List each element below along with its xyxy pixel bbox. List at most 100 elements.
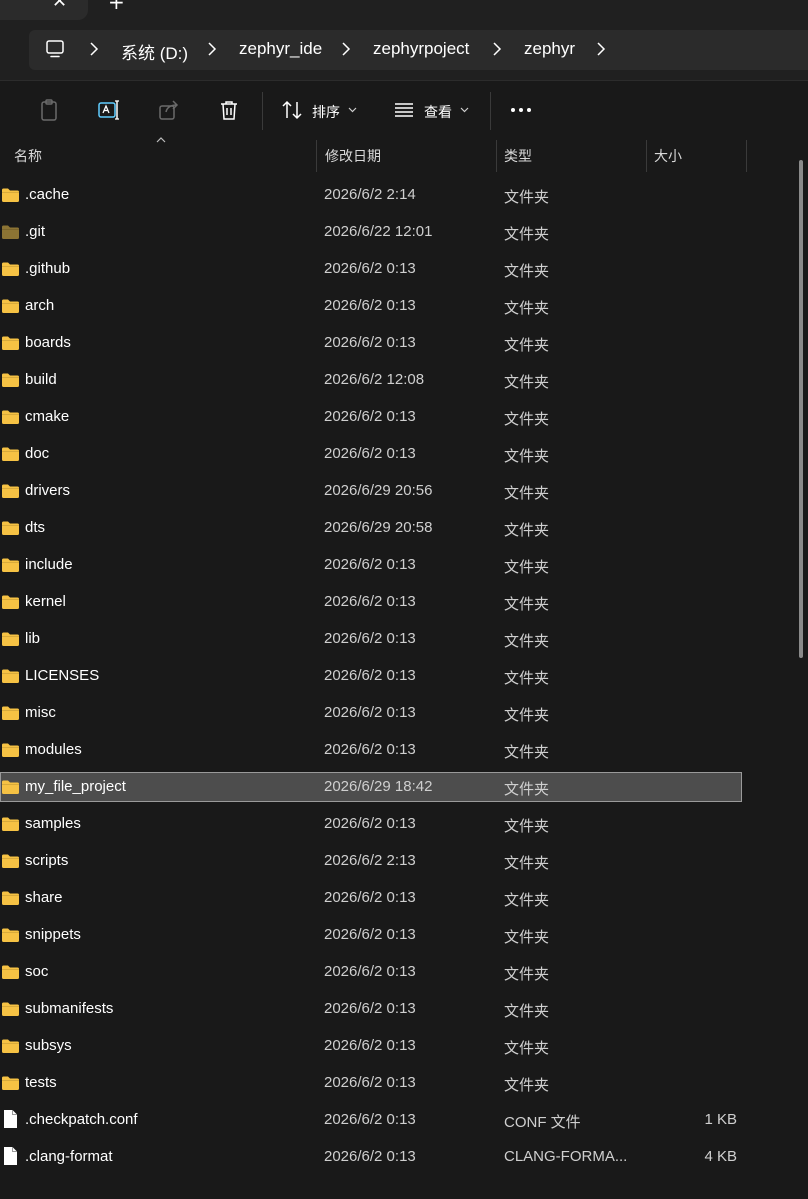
- breadcrumb-zephyr[interactable]: zephyr: [524, 39, 575, 59]
- chevron-down-icon[interactable]: [348, 107, 357, 113]
- file-date: 2026/6/2 0:13: [324, 556, 416, 573]
- file-name: cmake: [25, 408, 70, 425]
- list-item[interactable]: misc 2026/6/2 0:13 文件夹: [0, 698, 742, 728]
- file-name: .github: [25, 260, 71, 277]
- view-label[interactable]: 查看: [424, 102, 452, 122]
- breadcrumb-drive[interactable]: 系统 (D:): [121, 39, 188, 64]
- file-name: .cache: [25, 186, 70, 203]
- column-divider[interactable]: [746, 140, 747, 172]
- file-date: 2026/6/2 0:13: [324, 445, 416, 462]
- list-item[interactable]: .checkpatch.conf 2026/6/2 0:13 CONF 文件 1 KB: [0, 1105, 742, 1135]
- view-button[interactable]: [390, 96, 418, 124]
- file-name: samples: [25, 815, 81, 832]
- folder-icon: [1, 964, 20, 980]
- file-type: 文件夹: [504, 226, 550, 243]
- list-item[interactable]: .clang-format 2026/6/2 0:13 CLANG-FORMA...…: [0, 1142, 742, 1172]
- list-item[interactable]: .cache 2026/6/2 2:14 文件夹: [0, 180, 742, 210]
- file-name: share: [25, 889, 63, 906]
- list-item[interactable]: samples 2026/6/2 0:13 文件夹: [0, 809, 742, 839]
- toolbar-divider: [490, 92, 491, 130]
- file-name: subsys: [25, 1037, 72, 1054]
- list-item[interactable]: .github 2026/6/2 0:13 文件夹: [0, 254, 742, 284]
- chevron-down-icon[interactable]: [460, 107, 469, 113]
- list-item[interactable]: doc 2026/6/2 0:13 文件夹: [0, 439, 742, 469]
- folder-icon: [1, 927, 20, 943]
- file-type: 文件夹: [504, 929, 550, 946]
- clipboard-icon: [41, 99, 57, 121]
- list-item[interactable]: include 2026/6/2 0:13 文件夹: [0, 550, 742, 580]
- more-options-button[interactable]: [507, 96, 535, 124]
- list-item[interactable]: dts 2026/6/29 20:58 文件夹: [0, 513, 742, 543]
- paste-button[interactable]: [35, 96, 63, 124]
- list-item-selected[interactable]: my_file_project 2026/6/29 18:42 文件夹: [0, 772, 742, 802]
- rename-button[interactable]: [95, 96, 123, 124]
- active-tab[interactable]: ✕: [0, 0, 88, 20]
- file-date: 2026/6/2 2:14: [324, 186, 416, 203]
- list-item[interactable]: LICENSES 2026/6/2 0:13 文件夹: [0, 661, 742, 691]
- chevron-right-icon[interactable]: [341, 38, 351, 60]
- list-item[interactable]: .git 2026/6/22 12:01 文件夹: [0, 217, 742, 247]
- tab-strip: ✕ +: [0, 0, 808, 20]
- sort-label[interactable]: 排序: [312, 102, 340, 122]
- list-item[interactable]: arch 2026/6/2 0:13 文件夹: [0, 291, 742, 321]
- file-type: 文件夹: [504, 855, 550, 872]
- list-item[interactable]: cmake 2026/6/2 0:13 文件夹: [0, 402, 742, 432]
- folder-icon: [1, 224, 20, 240]
- file-date: 2026/6/29 18:42: [324, 778, 433, 795]
- column-divider[interactable]: [646, 140, 647, 172]
- toolbar-divider: [262, 92, 263, 130]
- vertical-scrollbar[interactable]: [799, 160, 803, 658]
- close-tab-icon[interactable]: ✕: [52, 0, 67, 12]
- file-date: 2026/6/2 12:08: [324, 371, 425, 388]
- list-item[interactable]: subsys 2026/6/2 0:13 文件夹: [0, 1031, 742, 1061]
- column-divider[interactable]: [316, 140, 317, 172]
- file-date: 2026/6/2 0:13: [324, 408, 416, 425]
- column-header-size[interactable]: 大小: [654, 146, 682, 166]
- file-name: my_file_project: [25, 778, 126, 795]
- folder-icon: [1, 594, 20, 610]
- list-item[interactable]: modules 2026/6/2 0:13 文件夹: [0, 735, 742, 765]
- column-header-name[interactable]: 名称: [14, 146, 42, 166]
- rename-icon: [98, 100, 119, 120]
- file-name: .checkpatch.conf: [25, 1111, 138, 1128]
- list-item[interactable]: boards 2026/6/2 0:13 文件夹: [0, 328, 742, 358]
- file-type: 文件夹: [504, 263, 550, 280]
- column-header-date[interactable]: 修改日期: [325, 146, 381, 166]
- share-button[interactable]: [155, 96, 183, 124]
- list-item[interactable]: snippets 2026/6/2 0:13 文件夹: [0, 920, 742, 950]
- list-item[interactable]: submanifests 2026/6/2 0:13 文件夹: [0, 994, 742, 1024]
- list-item[interactable]: drivers 2026/6/29 20:56 文件夹: [0, 476, 742, 506]
- new-tab-icon[interactable]: +: [108, 0, 125, 14]
- list-item[interactable]: tests 2026/6/2 0:13 文件夹: [0, 1068, 742, 1098]
- list-item[interactable]: soc 2026/6/2 0:13 文件夹: [0, 957, 742, 987]
- file-date: 2026/6/2 0:13: [324, 1148, 416, 1165]
- file-icon: [3, 1146, 18, 1166]
- chevron-right-icon[interactable]: [207, 38, 217, 60]
- file-type: 文件夹: [504, 1003, 550, 1020]
- list-item[interactable]: build 2026/6/2 12:08 文件夹: [0, 365, 742, 395]
- column-divider[interactable]: [496, 140, 497, 172]
- delete-button[interactable]: [215, 96, 243, 124]
- file-name: doc: [25, 445, 50, 462]
- sort-ascending-icon: [156, 137, 166, 143]
- chevron-right-icon[interactable]: [89, 38, 99, 60]
- folder-icon: [1, 779, 20, 795]
- pc-icon[interactable]: [46, 39, 64, 59]
- column-header-type[interactable]: 类型: [504, 146, 532, 166]
- list-item[interactable]: lib 2026/6/2 0:13 文件夹: [0, 624, 742, 654]
- list-item[interactable]: scripts 2026/6/2 2:13 文件夹: [0, 846, 742, 876]
- folder-icon: [1, 520, 20, 536]
- sort-button[interactable]: [278, 96, 306, 124]
- list-item[interactable]: share 2026/6/2 0:13 文件夹: [0, 883, 742, 913]
- breadcrumb-zephyr-ide[interactable]: zephyr_ide: [239, 39, 322, 59]
- file-date: 2026/6/2 0:13: [324, 260, 416, 277]
- file-date: 2026/6/2 0:13: [324, 704, 416, 721]
- chevron-right-icon[interactable]: [492, 38, 502, 60]
- list-item[interactable]: kernel 2026/6/2 0:13 文件夹: [0, 587, 742, 617]
- file-type: CLANG-FORMA...: [504, 1148, 628, 1165]
- folder-icon: [1, 335, 20, 351]
- chevron-right-icon[interactable]: [596, 38, 606, 60]
- file-date: 2026/6/2 0:13: [324, 1111, 416, 1128]
- file-date: 2026/6/2 0:13: [324, 963, 416, 980]
- breadcrumb-zephyrpoject[interactable]: zephyrpoject: [373, 39, 469, 59]
